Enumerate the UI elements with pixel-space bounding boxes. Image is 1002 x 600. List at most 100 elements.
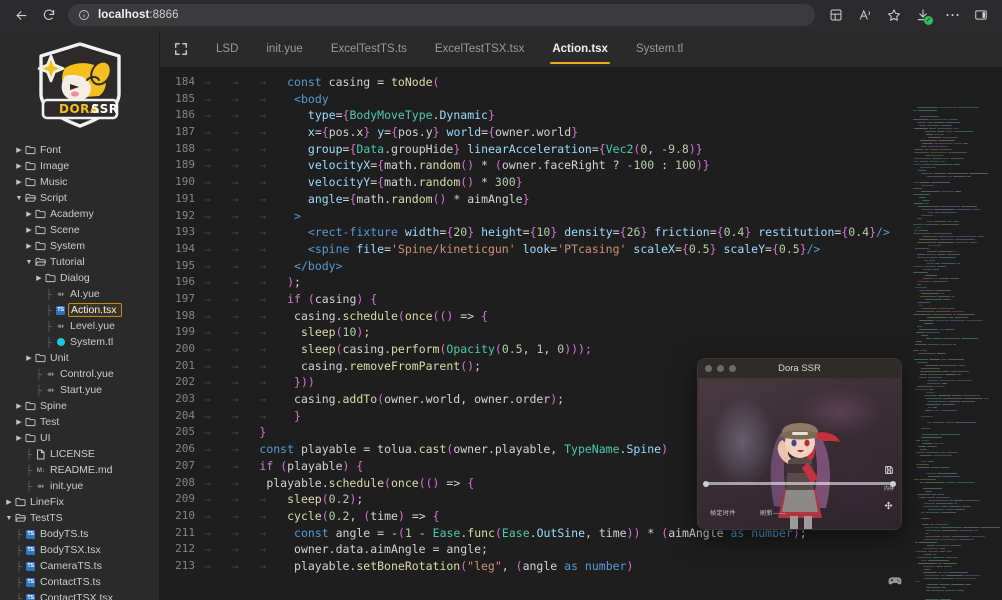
tree-item-label: Tutorial — [50, 256, 85, 268]
chevron-right-icon[interactable]: ▶ — [14, 146, 24, 154]
collections-icon[interactable] — [823, 3, 849, 27]
tab-label: Action.tsx — [552, 43, 608, 55]
tree-item-readme-md[interactable]: ├M↓README.md — [0, 462, 159, 478]
chevron-right-icon[interactable]: ▶ — [24, 242, 34, 250]
expand-fullscreen-icon[interactable] — [160, 30, 202, 67]
tree-item-camerats-ts[interactable]: ├TSCameraTS.ts — [0, 558, 159, 574]
chevron-right-icon[interactable]: ▶ — [14, 418, 24, 426]
tab-init-yue[interactable]: init.yue — [252, 30, 316, 67]
read-aloud-icon[interactable] — [852, 3, 878, 27]
yuescript-file-icon: ⇴ — [34, 482, 47, 491]
sidebar-toggle-icon[interactable] — [968, 3, 994, 27]
settings-more-icon[interactable] — [939, 3, 965, 27]
line-number: 194 — [160, 241, 204, 258]
tree-item-linefix[interactable]: ▶LineFix — [0, 494, 159, 510]
tree-item-spine[interactable]: ▶Spine — [0, 398, 159, 414]
folder-icon — [24, 145, 37, 155]
tree-item-action-tsx[interactable]: ├TSAction.tsx — [0, 302, 159, 318]
tree-item-image[interactable]: ▶Image — [0, 158, 159, 174]
tree-item-label: Level.yue — [70, 320, 115, 332]
address-bar[interactable]: localhost:8866 — [68, 4, 815, 26]
gamepad-icon[interactable] — [888, 574, 902, 592]
tree-item-label: Test — [40, 416, 59, 428]
chevron-down-icon[interactable]: ▼ — [24, 259, 34, 266]
code-text: → → → if (casing) { — [204, 291, 1002, 308]
chevron-right-icon[interactable]: ▶ — [34, 274, 44, 282]
info-circle-icon[interactable] — [78, 9, 90, 21]
line-number: 201 — [160, 358, 204, 375]
tree-item-test[interactable]: ▶ Test — [0, 414, 159, 430]
tree-item-label: LICENSE — [50, 448, 95, 460]
reload-icon[interactable] — [36, 3, 62, 27]
tree-item-license[interactable]: ├LICENSE — [0, 446, 159, 462]
code-line: 194→ → → <spine file='Spine/kineticgun' … — [160, 241, 1002, 258]
tree-item-system-tl[interactable]: ├System.tl — [0, 334, 159, 350]
sidebar: DORA SSR ▶Font▶Image▶Music▼Script ▶ Academ… — [0, 30, 160, 600]
chevron-right-icon[interactable]: ▶ — [14, 178, 24, 186]
tree-item-scene[interactable]: ▶Scene — [0, 222, 159, 238]
tree-item-contacttsx-tsx[interactable]: ├TSContactTSX.tsx — [0, 590, 159, 600]
tab-label: init.yue — [266, 43, 302, 55]
tree-item-ai-yue[interactable]: ├⇴AI.yue — [0, 286, 159, 302]
preview-canvas[interactable]: 帧定时件 刷新—— 内存 — [698, 378, 901, 530]
tree-item-academy[interactable]: ▶ Academy — [0, 206, 159, 222]
tab-exceltestts-ts[interactable]: ExcelTestTS.ts — [317, 30, 421, 67]
tab-lsd[interactable]: LSD — [202, 30, 252, 67]
chevron-down-icon[interactable]: ▼ — [14, 195, 24, 202]
code-line: 197→ → → if (casing) { — [160, 291, 1002, 308]
tree-connector: ├ — [44, 289, 54, 299]
minimap[interactable] — [910, 106, 1002, 600]
tree-item-bodyts-ts[interactable]: ├TSBodyTS.ts — [0, 526, 159, 542]
tree-item-script[interactable]: ▼Script — [0, 190, 159, 206]
tab-exceltesttsx-tsx[interactable]: ExcelTestTSX.tsx — [421, 30, 538, 67]
chevron-right-icon[interactable]: ▶ — [24, 354, 34, 362]
favorite-star-icon[interactable] — [881, 3, 907, 27]
tree-item-unit[interactable]: ▶Unit — [0, 350, 159, 366]
code-text: → → → ); — [204, 274, 1002, 291]
save-icon[interactable] — [884, 462, 894, 480]
tree-item-dialog[interactable]: ▶Dialog — [0, 270, 159, 286]
tree-item-control-yue[interactable]: ├⇴Control.yue — [0, 366, 159, 382]
folder-icon — [34, 209, 47, 219]
line-number: 192 — [160, 208, 204, 225]
folder-icon — [34, 225, 47, 235]
yuescript-file-icon: ⇴ — [44, 386, 57, 395]
tree-item-label: Academy — [50, 208, 94, 220]
tree-item-ui[interactable]: ▶UI — [0, 430, 159, 446]
progress-slider[interactable] — [706, 482, 893, 485]
tree-item-font[interactable]: ▶Font — [0, 142, 159, 158]
tree-item-level-yue[interactable]: ├⇴Level.yue — [0, 318, 159, 334]
tree-item-start-yue[interactable]: ├⇴Start.yue — [0, 382, 159, 398]
file-icon — [34, 449, 47, 460]
tab-system-tl[interactable]: System.tl — [622, 30, 697, 67]
chevron-right-icon[interactable]: ▶ — [14, 434, 24, 442]
folder-open-icon — [24, 193, 37, 203]
chevron-right-icon[interactable]: ▶ — [4, 498, 14, 506]
tree-item-system[interactable]: ▶System — [0, 238, 159, 254]
code-line: 187→ → → x={pos.x} y={pos.y} world={owne… — [160, 124, 1002, 141]
tree-item-contactts-ts[interactable]: ├TSContactTS.ts — [0, 574, 159, 590]
dora-ssr-preview-window[interactable]: Dora SSR — [697, 358, 902, 530]
tree-item-tutorial[interactable]: ▼ Tutorial — [0, 254, 159, 270]
hud-labels: 帧定时件 刷新—— — [710, 508, 786, 517]
chevron-right-icon[interactable]: ▶ — [24, 210, 34, 218]
chevron-right-icon[interactable]: ▶ — [14, 162, 24, 170]
logo: DORA SSR — [0, 30, 159, 140]
chevron-right-icon[interactable]: ▶ — [14, 402, 24, 410]
back-arrow-icon[interactable] — [8, 3, 34, 27]
tree-item-music[interactable]: ▶Music — [0, 174, 159, 190]
preview-window-titlebar[interactable]: Dora SSR — [698, 359, 901, 378]
chevron-down-icon[interactable]: ▼ — [4, 515, 14, 522]
tree-item-label: init.yue — [50, 480, 83, 492]
downloads-icon[interactable]: ✓ — [910, 3, 936, 27]
chevron-right-icon[interactable]: ▶ — [24, 226, 34, 234]
browser-toolbar: localhost:8866 ✓ — [0, 0, 1002, 30]
tree-item-testts[interactable]: ▼TestTS — [0, 510, 159, 526]
tab-action-tsx[interactable]: Action.tsx — [538, 30, 622, 67]
move-icon[interactable] — [884, 497, 893, 515]
svg-text:SSR: SSR — [91, 102, 119, 116]
line-number: 203 — [160, 391, 204, 408]
tree-item-bodytsx-tsx[interactable]: ├TSBodyTSX.tsx — [0, 542, 159, 558]
tree-item-init-yue[interactable]: ├⇴init.yue — [0, 478, 159, 494]
file-tree[interactable]: ▶Font▶Image▶Music▼Script▶Academy▶Scene▶S… — [0, 140, 159, 600]
